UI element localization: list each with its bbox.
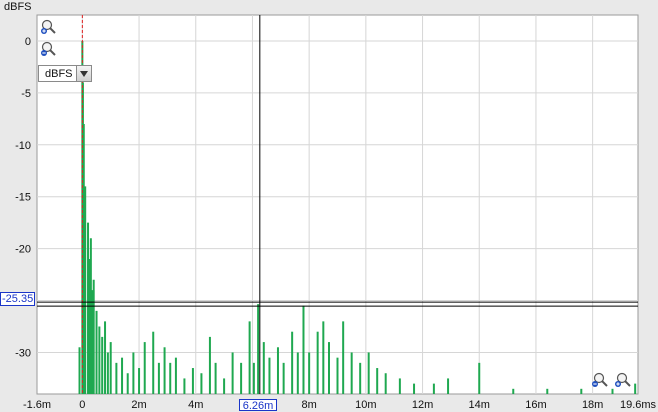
y-axis-unit-label: dBFS bbox=[4, 1, 32, 13]
x-tick-label: 0 bbox=[79, 399, 85, 411]
x-tick-label: 19.6ms bbox=[620, 399, 657, 411]
unit-selector-value: dBFS bbox=[45, 67, 73, 80]
zoom-in-magnifier-icon[interactable] bbox=[614, 372, 632, 388]
x-tick-label: 10m bbox=[355, 399, 376, 411]
zoom-in-magnifier-icon[interactable] bbox=[40, 19, 58, 35]
zoom-out-magnifier-icon[interactable] bbox=[40, 41, 58, 57]
zoom-out-magnifier-icon[interactable] bbox=[591, 372, 609, 388]
unit-selector-dropdown[interactable]: dBFS bbox=[38, 65, 92, 82]
y-tick-label: -10 bbox=[15, 140, 31, 152]
x-tick-label: 12m bbox=[412, 399, 433, 411]
cursor-x-readout[interactable]: 6.26m bbox=[239, 399, 277, 412]
impulse-response-plot[interactable]: -1.6m02m4m6m8m10m12m14m16m18m19.6ms0-5-1… bbox=[0, 0, 658, 412]
y-tick-label: 0 bbox=[25, 36, 31, 48]
y-tick-label: -30 bbox=[15, 347, 31, 359]
x-tick-label: 2m bbox=[131, 399, 146, 411]
x-tick-label: 16m bbox=[525, 399, 546, 411]
y-tick-label: -5 bbox=[21, 88, 31, 100]
chevron-down-icon[interactable] bbox=[76, 66, 91, 81]
x-tick-label: 18m bbox=[582, 399, 603, 411]
x-tick-label: 8m bbox=[302, 399, 317, 411]
x-tick-label: -1.6m bbox=[23, 399, 51, 411]
x-tick-label: 4m bbox=[188, 399, 203, 411]
y-tick-label: -20 bbox=[15, 244, 31, 256]
plot-area[interactable] bbox=[36, 14, 639, 395]
y-tick-label: -15 bbox=[15, 192, 31, 204]
x-tick-label: 14m bbox=[469, 399, 490, 411]
cursor-y-readout[interactable]: -25.35 bbox=[0, 292, 35, 306]
